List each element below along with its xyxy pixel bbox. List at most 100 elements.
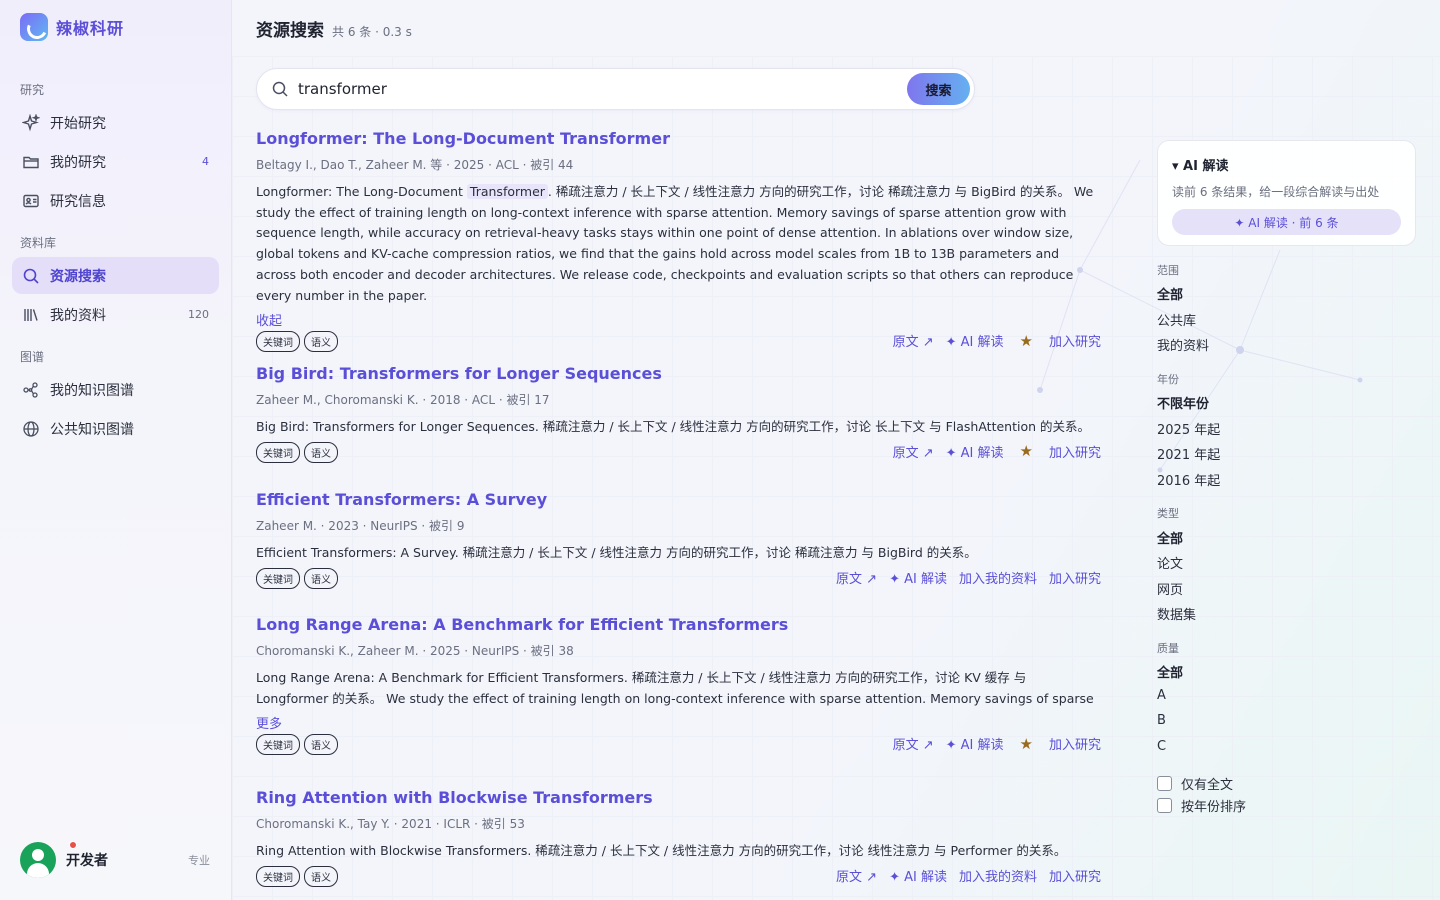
ai-read-button[interactable]: ✦ AI 解读 — [946, 331, 1004, 350]
add-to-research-button[interactable]: 加入研究 — [1049, 866, 1101, 885]
checkbox-box[interactable] — [1157, 798, 1172, 813]
filter-option[interactable]: 我的资料 — [1157, 335, 1209, 354]
page-header: 资源搜索 共 6 条 · 0.3 s — [256, 16, 412, 41]
brand[interactable]: 辣椒科研 — [20, 13, 124, 41]
result-footer: 关键词 语义 原文 ↗ ✦ AI 解读 ★ 加入研究 — [256, 734, 1101, 756]
tag-keyword: 关键词 — [256, 567, 300, 589]
result-title[interactable]: Long Range Arena: A Benchmark for Effici… — [256, 615, 1101, 634]
sort-by-year-checkbox[interactable]: 按年份排序 — [1157, 796, 1246, 815]
ai-summary-toggle[interactable]: ▾ AI 解读 — [1172, 155, 1228, 174]
source-link[interactable]: 原文 ↗ — [836, 866, 877, 885]
ai-read-button[interactable]: ✦ AI 解读 — [889, 568, 947, 587]
ai-summary-description: 读前 6 条结果，给一段综合解读与出处 — [1172, 185, 1380, 199]
tag-keyword: 关键词 — [256, 734, 300, 755]
result-title[interactable]: Efficient Transformers: A Survey — [256, 490, 1101, 509]
result-title[interactable]: Ring Attention with Blockwise Transforme… — [256, 788, 1101, 807]
keyword-highlight: Transformer — [466, 184, 548, 199]
id-card-icon — [22, 192, 40, 210]
result-item: Longformer: The Long-Document Transforme… — [256, 129, 1101, 353]
expand-link[interactable]: 更多 — [256, 713, 1101, 732]
add-to-materials-button[interactable]: 加入我的资料 — [959, 866, 1037, 885]
ai-summary-button[interactable]: ✦ AI 解读 · 前 6 条 — [1172, 209, 1401, 235]
filter-option[interactable]: 全部 — [1157, 528, 1183, 547]
star-icon[interactable]: ★ — [1020, 332, 1033, 350]
search-input[interactable] — [298, 80, 898, 98]
sidebar-item-label: 开始研究 — [50, 115, 106, 132]
star-icon[interactable]: ★ — [1020, 735, 1033, 753]
sidebar-item-label: 公共知识图谱 — [50, 421, 134, 438]
ai-read-button[interactable]: ✦ AI 解读 — [889, 866, 947, 885]
source-link[interactable]: 原文 ↗ — [893, 331, 934, 350]
sidebar-item-label: 我的研究 — [50, 154, 106, 171]
source-link[interactable]: 原文 ↗ — [836, 568, 877, 587]
graph-icon — [22, 381, 40, 399]
filter-option[interactable]: 论文 — [1157, 553, 1183, 572]
sidebar-item-my-materials[interactable]: 我的资料 120 — [12, 296, 219, 333]
result-meta: Zaheer M., Choromanski K. · 2018 · ACL ·… — [256, 393, 550, 407]
filter-option[interactable]: C — [1157, 739, 1166, 754]
ai-read-button[interactable]: ✦ AI 解读 — [946, 442, 1004, 461]
source-link[interactable]: 原文 ↗ — [893, 734, 934, 753]
result-footer: 关键词 语义 原文 ↗ ✦ AI 解读 ★ 加入研究 — [256, 331, 1101, 353]
add-to-research-button[interactable]: 加入研究 — [1049, 331, 1101, 350]
sidebar-item-label: 研究信息 — [50, 193, 106, 210]
result-actions: 原文 ↗ ✦ AI 解读 加入我的资料 加入研究 — [824, 866, 1101, 885]
sidebar-item-my-knowledge-graph[interactable]: 我的知识图谱 — [12, 371, 219, 408]
filter-option[interactable]: 2016 年起 — [1157, 470, 1220, 489]
abstract-text: Longformer: The Long-Document — [256, 184, 467, 199]
sidebar-item-public-knowledge-graph[interactable]: 公共知识图谱 — [12, 410, 219, 447]
result-meta: Choromanski K., Tay Y. · 2021 · ICLR · 被… — [256, 817, 525, 831]
tag-semantic: 语义 — [304, 441, 338, 463]
filter-option[interactable]: 2021 年起 — [1157, 444, 1220, 463]
search-icon — [22, 267, 40, 285]
filter-option[interactable]: A — [1157, 688, 1166, 703]
user-profile[interactable]: 开发者 专业 — [20, 841, 212, 879]
filter-option[interactable]: 全部 — [1157, 284, 1183, 303]
sidebar-item-label: 我的知识图谱 — [50, 382, 134, 399]
result-summary: 共 6 条 · 0.3 s — [332, 25, 412, 39]
sidebar-item-label: 我的资料 — [50, 307, 106, 324]
sidebar-item-label: 资源搜索 — [50, 268, 106, 285]
filter-option[interactable]: 2025 年起 — [1157, 419, 1220, 438]
avatar — [20, 842, 56, 878]
result-meta: Beltagy I., Dao T., Zaheer M. 等 · 2025 ·… — [256, 158, 574, 172]
checkbox-box[interactable] — [1157, 776, 1172, 791]
sidebar-item-my-research[interactable]: 我的研究 4 — [12, 143, 219, 180]
checkbox-label: 按年份排序 — [1181, 800, 1247, 815]
result-title[interactable]: Longformer: The Long-Document Transforme… — [256, 129, 1101, 148]
add-to-materials-button[interactable]: 加入我的资料 — [959, 568, 1037, 587]
result-actions: 原文 ↗ ✦ AI 解读 ★ 加入研究 — [881, 734, 1101, 754]
search-button[interactable]: 搜索 — [907, 73, 970, 105]
collapse-link[interactable]: 收起 — [256, 310, 1101, 329]
filter-option[interactable]: 网页 — [1157, 579, 1183, 598]
result-abstract: Ring Attention with Blockwise Transforme… — [256, 843, 1067, 858]
sidebar-item-research-info[interactable]: 研究信息 — [12, 182, 219, 219]
sidebar-item-start-research[interactable]: 开始研究 — [12, 104, 219, 141]
result-actions: 原文 ↗ ✦ AI 解读 ★ 加入研究 — [881, 331, 1101, 351]
tag-keyword: 关键词 — [256, 441, 300, 463]
add-to-research-button[interactable]: 加入研究 — [1049, 734, 1101, 753]
result-actions: 原文 ↗ ✦ AI 解读 ★ 加入研究 — [881, 442, 1101, 461]
tag-semantic: 语义 — [304, 567, 338, 589]
add-to-research-button[interactable]: 加入研究 — [1049, 442, 1101, 461]
add-to-research-button[interactable]: 加入研究 — [1049, 568, 1101, 587]
filter-option[interactable]: 数据集 — [1157, 604, 1196, 623]
filter-label-type: 类型 — [1157, 507, 1179, 520]
filter-option[interactable]: 公共库 — [1157, 310, 1196, 329]
result-title[interactable]: Big Bird: Transformers for Longer Sequen… — [256, 364, 1101, 383]
star-icon[interactable]: ★ — [1020, 442, 1033, 460]
ai-read-button[interactable]: ✦ AI 解读 — [946, 734, 1004, 753]
brand-name: 辣椒科研 — [56, 19, 125, 38]
filter-option[interactable]: 不限年份 — [1157, 393, 1209, 412]
result-abstract: Efficient Transformers: A Survey. 稀疏注意力 … — [256, 545, 977, 560]
source-link[interactable]: 原文 ↗ — [893, 442, 934, 461]
result-footer: 关键词 语义 原文 ↗ ✦ AI 解读 加入我的资料 加入研究 — [256, 865, 1101, 888]
notification-dot — [69, 841, 77, 849]
filter-label-quality: 质量 — [1157, 642, 1179, 655]
sidebar-item-resource-search[interactable]: 资源搜索 — [12, 257, 219, 294]
tag-keyword: 关键词 — [256, 865, 300, 887]
filter-option[interactable]: 全部 — [1157, 662, 1183, 681]
filter-option[interactable]: B — [1157, 713, 1166, 728]
fulltext-only-checkbox[interactable]: 仅有全文 — [1157, 774, 1233, 793]
checkbox-label: 仅有全文 — [1181, 778, 1234, 793]
